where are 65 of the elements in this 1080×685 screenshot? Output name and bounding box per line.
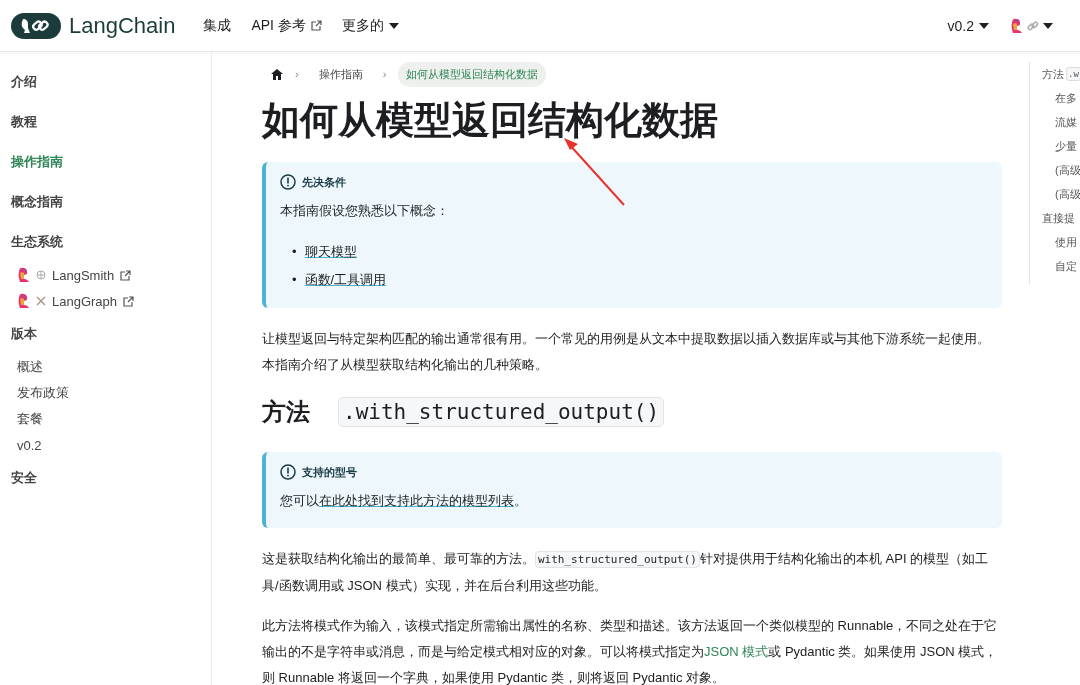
nav-link[interactable]: API 参考	[251, 16, 322, 35]
ecosystem-dropdown[interactable]	[1011, 17, 1053, 34]
home-icon[interactable]	[271, 68, 283, 80]
admonition-text: 本指南假设您熟悉以下概念：	[280, 202, 450, 220]
sidebar-item[interactable]: 版本	[0, 314, 211, 354]
bullet: •	[292, 244, 297, 259]
sidebar-item[interactable]: LangSmith	[0, 262, 211, 288]
breadcrumb-item[interactable]: 如何从模型返回结构化数据	[398, 61, 547, 87]
caret-icon	[1043, 22, 1053, 29]
toc-item[interactable]: 少量	[1042, 134, 1080, 158]
external-link-icon	[120, 269, 132, 281]
external-link-icon	[310, 20, 322, 31]
paragraph: 此方法将模式作为输入，该模式指定所需输出属性的名称、类型和描述。该方法返回一个类似模型的 Runnable，不同之处在于它输出的不是字符串或消息，而是与给定模式相对应的对象。可以将模式指定为JSON 模式或 Pydantic 类。如果使用 JSON 模式，则 Runnable 将返回一个字典，如果使用 Pydantic 类，则将返回 Pydantic 对象。	[262, 617, 999, 685]
parrot-icon	[18, 293, 30, 309]
breadcrumb-separator: ›	[295, 68, 299, 80]
concept-link[interactable]: 函数/工具调用	[304, 272, 387, 287]
sidebar-item[interactable]: v0.2	[0, 432, 211, 458]
admonition-text: 您可以在此处找到支持此方法的模型列表。	[280, 492, 528, 510]
network-icon	[36, 270, 46, 280]
sidebar-item[interactable]: 发布政策	[0, 380, 211, 406]
toc-item[interactable]: 自定	[1042, 254, 1080, 278]
breadcrumb-separator: ›	[382, 68, 387, 80]
caret-icon	[979, 22, 989, 29]
page-title: 如何从模型返回结构化数据	[262, 98, 719, 143]
info-icon	[280, 174, 296, 190]
toc-item[interactable]: 使用	[1042, 230, 1080, 254]
brand-name[interactable]: LangChain	[69, 12, 176, 39]
toc-item[interactable]: (高级	[1042, 158, 1080, 182]
heading-code: .with_structured_output()	[338, 397, 665, 427]
section-heading: 方法	[262, 397, 310, 427]
sidebar-item[interactable]: 概述	[0, 354, 211, 380]
sidebar-item[interactable]: 安全	[0, 458, 211, 498]
inline-code: with_structured_output()	[535, 551, 700, 568]
sidebar-item[interactable]: 介绍	[0, 62, 211, 102]
external-link-icon	[123, 295, 135, 307]
nav-link[interactable]: 更多的	[341, 16, 399, 35]
parrot-icon	[1011, 17, 1023, 34]
toc-item[interactable]: 流媒	[1042, 110, 1080, 134]
tools-icon	[36, 296, 46, 306]
toc-item[interactable]: 方法 .w	[1042, 62, 1080, 86]
admonition-title: 先决条件	[302, 174, 346, 190]
sidebar-item[interactable]: 操作指南	[0, 142, 211, 182]
admonition-title: 支持的型号	[302, 464, 357, 480]
sidebar-item[interactable]: 概念指南	[0, 182, 211, 222]
bullet: •	[292, 272, 297, 287]
toc-item[interactable]: (高级	[1042, 182, 1080, 206]
toc-item[interactable]: 在多	[1042, 86, 1080, 110]
info-icon	[280, 464, 296, 480]
logo-icon[interactable]	[11, 12, 61, 39]
paragraph: 让模型返回与特定架构匹配的输出通常很有用。一个常见的用例是从文本中提取数据以插入数据库或与其他下游系统一起使用。本指南介绍了从模型获取结构化输出的几种策略。	[262, 330, 991, 374]
version-dropdown[interactable]: v0.2	[947, 17, 989, 34]
caret-icon	[388, 22, 399, 29]
link-icon	[1027, 19, 1039, 32]
models-link[interactable]: 在此处找到支持此方法的模型列表	[319, 493, 514, 508]
breadcrumb-item[interactable]: 操作指南	[310, 61, 371, 87]
sidebar-item[interactable]: LangGraph	[0, 288, 211, 314]
concept-link[interactable]: 聊天模型	[304, 244, 357, 259]
sidebar-item[interactable]: 生态系统	[0, 222, 211, 262]
sidebar-item[interactable]: 教程	[0, 102, 211, 142]
parrot-icon	[18, 267, 30, 283]
json-schema-link[interactable]: JSON 模式	[704, 644, 769, 659]
sidebar-item[interactable]: 套餐	[0, 406, 211, 432]
toc-item[interactable]: 直接提	[1042, 206, 1080, 230]
nav-link[interactable]: 集成	[203, 16, 232, 35]
paragraph: 这是获取结构化输出的最简单、最可靠的方法。 with_structured_output() 针对提供用于结构化输出的本机 API 的模型（如工具/函数调用或 JSON 模式）实现，并在后台利用这些功能。	[262, 550, 990, 595]
